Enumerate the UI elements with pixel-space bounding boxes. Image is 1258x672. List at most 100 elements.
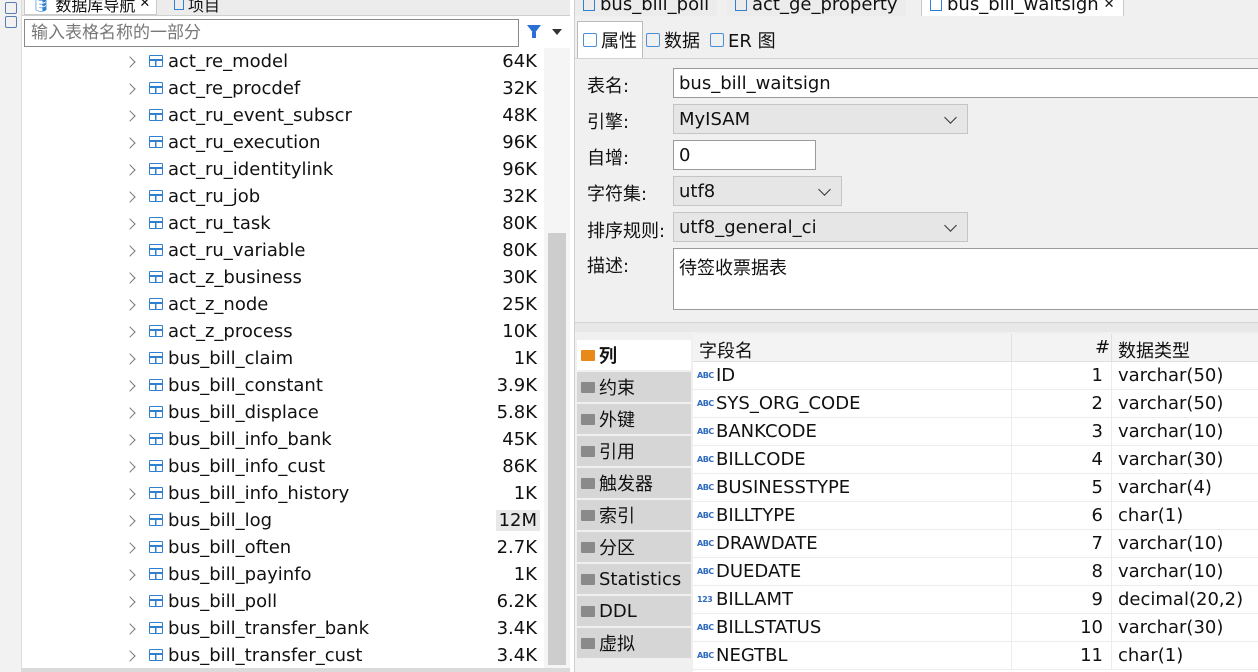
chevron-right-icon[interactable]	[124, 460, 136, 473]
table-row[interactable]: act_z_business 30K	[22, 264, 544, 291]
table-row[interactable]: bus_bill_poll 6.2K	[22, 588, 544, 615]
charset-select[interactable]: utf8	[673, 176, 842, 206]
side-tab[interactable]: DDL	[577, 596, 691, 626]
side-tab[interactable]: Statistics	[577, 564, 691, 594]
columns-table: 字段名 # 数据类型 ABC ID 1 varchar(50) ABC SYS_ORG_C…	[693, 334, 1258, 672]
chevron-right-icon[interactable]	[124, 55, 136, 68]
table-row[interactable]: act_ru_task 80K	[22, 210, 544, 237]
table-row[interactable]: bus_bill_transfer_bank 3.4K	[22, 615, 544, 642]
side-tab[interactable]: 约束	[577, 372, 691, 402]
table-row[interactable]: bus_bill_info_history 1K	[22, 480, 544, 507]
table-row[interactable]: bus_bill_constant 3.9K	[22, 372, 544, 399]
engine-select[interactable]: MyISAM	[673, 104, 968, 134]
chevron-right-icon[interactable]	[124, 298, 136, 311]
vertical-scrollbar[interactable]	[544, 48, 570, 668]
table-row[interactable]: bus_bill_often 2.7K	[22, 534, 544, 561]
table-row[interactable]: act_ru_job 32K	[22, 183, 544, 210]
column-row[interactable]: ABC BILLCODE 4 varchar(30)	[693, 446, 1258, 474]
column-row[interactable]: ABC BANKCODE 3 varchar(10)	[693, 418, 1258, 446]
table-tree: act_re_model 64K act_re_procdef 32K act_ru_e…	[22, 48, 544, 668]
table-row[interactable]: act_z_node 25K	[22, 291, 544, 318]
close-icon[interactable]: ✕	[139, 0, 150, 11]
chevron-right-icon[interactable]	[124, 325, 136, 338]
chevron-right-icon[interactable]	[124, 244, 136, 257]
table-row[interactable]: act_z_process 10K	[22, 318, 544, 345]
table-name-field[interactable]: bus_bill_waitsign	[673, 68, 1258, 98]
chevron-right-icon[interactable]	[124, 136, 136, 149]
column-row[interactable]: ABC BILLTYPE 6 char(1)	[693, 502, 1258, 530]
table-row[interactable]: bus_bill_info_cust 86K	[22, 453, 544, 480]
table-row[interactable]: act_ru_execution 96K	[22, 129, 544, 156]
project-icon[interactable]	[5, 16, 17, 28]
chevron-right-icon[interactable]	[124, 217, 136, 230]
tab-project[interactable]: 项目	[168, 0, 226, 15]
table-row[interactable]: bus_bill_displace 5.8K	[22, 399, 544, 426]
horizontal-scrollbar[interactable]	[22, 668, 570, 672]
tab-properties[interactable]: 属性	[577, 21, 643, 58]
scrollbar-thumb[interactable]	[548, 233, 566, 665]
close-icon[interactable]: ✕	[1104, 0, 1115, 12]
table-row[interactable]: bus_bill_log 12M	[22, 507, 544, 534]
chevron-right-icon[interactable]	[124, 487, 136, 500]
header-ordinal[interactable]: #	[1095, 337, 1110, 358]
table-row[interactable]: bus_bill_payinfo 1K	[22, 561, 544, 588]
description-field[interactable]: 待签收票据表	[673, 248, 1258, 310]
table-row[interactable]: act_ru_identitylink 96K	[22, 156, 544, 183]
tab-database-navigator[interactable]: 🛢 数据库导航 ✕	[24, 0, 158, 15]
chevron-right-icon[interactable]	[124, 109, 136, 122]
tab-bus-bill-poll[interactable]: bus_bill_poll	[575, 0, 718, 16]
chevron-right-icon[interactable]	[124, 379, 136, 392]
tab-act-ge-property[interactable]: act_ge_property	[727, 0, 906, 16]
header-field-name[interactable]: 字段名	[699, 337, 753, 363]
column-row[interactable]: ABC BILLSTATUS 10 varchar(30)	[693, 614, 1258, 642]
table-row[interactable]: act_re_procdef 32K	[22, 75, 544, 102]
table-filter-input[interactable]	[24, 19, 519, 47]
column-row[interactable]: ABC DUEDATE 8 varchar(10)	[693, 558, 1258, 586]
side-tab[interactable]: 引用	[577, 436, 691, 466]
chevron-down-icon[interactable]	[552, 29, 562, 35]
column-row[interactable]: ABC DRAWDATE 7 varchar(10)	[693, 530, 1258, 558]
collation-select[interactable]: utf8_general_ci	[673, 212, 968, 242]
column-row[interactable]: ABC NEGTBL 11 char(1)	[693, 642, 1258, 670]
chevron-right-icon[interactable]	[124, 271, 136, 284]
text-type-icon: ABC	[697, 511, 714, 520]
side-tab[interactable]: 分区	[577, 532, 691, 562]
column-row[interactable]: ABC BUSINESSTYPE 5 varchar(4)	[693, 474, 1258, 502]
tab-data[interactable]: 数据	[641, 21, 705, 58]
header-data-type[interactable]: 数据类型	[1118, 337, 1190, 363]
chevron-right-icon[interactable]	[124, 568, 136, 581]
side-tab[interactable]: 索引	[577, 500, 691, 530]
column-row[interactable]: ABC ID 1 varchar(50)	[693, 362, 1258, 390]
chevron-right-icon[interactable]	[124, 352, 136, 365]
chevron-right-icon[interactable]	[124, 163, 136, 176]
table-row[interactable]: act_re_model 64K	[22, 48, 544, 75]
table-row[interactable]: bus_bill_info_bank 45K	[22, 426, 544, 453]
chevron-right-icon[interactable]	[124, 595, 136, 608]
chevron-right-icon[interactable]	[124, 82, 136, 95]
chevron-right-icon[interactable]	[124, 622, 136, 635]
chevron-right-icon[interactable]	[124, 433, 136, 446]
column-data-type: varchar(50)	[1118, 365, 1224, 386]
table-row[interactable]: bus_bill_claim 1K	[22, 345, 544, 372]
auto-increment-field[interactable]: 0	[673, 140, 816, 170]
side-tab[interactable]: 外键	[577, 404, 691, 434]
table-editor: bus_bill_poll act_ge_property bus_bill_w…	[574, 0, 1258, 672]
tab-bus-bill-waitsign[interactable]: bus_bill_waitsign ✕	[921, 0, 1124, 16]
table-row[interactable]: act_ru_variable 80K	[22, 237, 544, 264]
column-row[interactable]: ABC SYS_ORG_CODE 2 varchar(50)	[693, 390, 1258, 418]
table-row[interactable]: bus_bill_transfer_cust 3.4K	[22, 642, 544, 668]
chevron-right-icon[interactable]	[124, 649, 136, 662]
chevron-right-icon[interactable]	[124, 406, 136, 419]
side-tab[interactable]: 虚拟	[577, 628, 691, 658]
chevron-right-icon[interactable]	[124, 541, 136, 554]
text-type-icon: ABC	[697, 623, 714, 632]
side-tab[interactable]: 触发器	[577, 468, 691, 498]
chevron-right-icon[interactable]	[124, 514, 136, 527]
tab-er-diagram[interactable]: ER 图	[705, 21, 781, 58]
side-tab[interactable]: 列	[577, 340, 691, 370]
column-row[interactable]: 123 BILLAMT 9 decimal(20,2)	[693, 586, 1258, 614]
splitter[interactable]	[575, 322, 1258, 332]
database-icon[interactable]	[5, 2, 17, 14]
chevron-right-icon[interactable]	[124, 190, 136, 203]
table-row[interactable]: act_ru_event_subscr 48K	[22, 102, 544, 129]
